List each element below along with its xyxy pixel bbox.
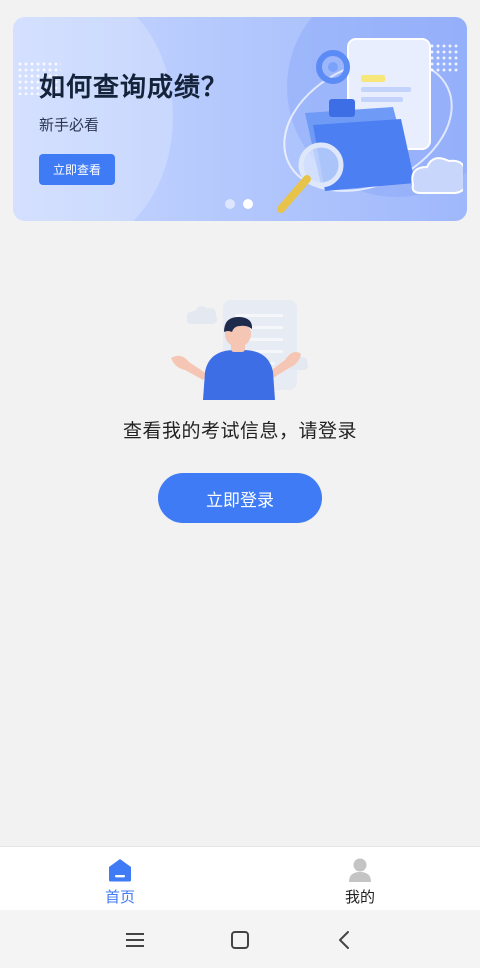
menu-icon[interactable] bbox=[124, 929, 146, 951]
pager-dot-active[interactable] bbox=[243, 199, 253, 209]
tab-home-label: 首页 bbox=[104, 888, 135, 906]
banner-pager[interactable] bbox=[225, 199, 253, 209]
user-icon bbox=[349, 858, 371, 882]
system-nav-bar bbox=[0, 910, 480, 968]
view-now-button[interactable]: 立即查看 bbox=[39, 154, 115, 185]
login-prompt-text: 查看我的考试信息，请登录 bbox=[122, 420, 357, 442]
banner-title: 如何查询成绩？ bbox=[39, 73, 229, 103]
folder-search-illustration bbox=[277, 38, 463, 213]
tab-mine-label: 我的 bbox=[344, 888, 375, 906]
back-icon[interactable] bbox=[334, 929, 356, 951]
home-icon bbox=[109, 859, 131, 882]
person-shrug-illustration bbox=[171, 300, 308, 400]
tab-mine[interactable]: 我的 bbox=[300, 847, 420, 911]
banner-subtitle: 新手必看 bbox=[39, 116, 100, 134]
login-button[interactable]: 立即登录 bbox=[158, 473, 322, 523]
tab-home[interactable]: 首页 bbox=[60, 847, 180, 911]
pager-dot[interactable] bbox=[225, 199, 235, 209]
home-square-icon[interactable] bbox=[229, 929, 251, 951]
promo-banner[interactable]: 如何查询成绩？ 新手必看 立即查看 bbox=[13, 17, 467, 221]
bottom-tab-bar: 首页 我的 bbox=[0, 846, 480, 910]
